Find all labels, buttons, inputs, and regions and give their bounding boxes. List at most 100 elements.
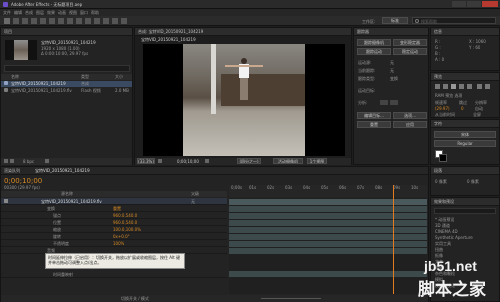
effects-search-input[interactable] xyxy=(434,208,496,214)
timeline-comp-tab[interactable]: 宝特VID_20150921_104219 xyxy=(35,168,90,173)
menu-item-animation[interactable]: 动画 xyxy=(58,10,66,15)
workspace-dropdown[interactable]: 标准 xyxy=(382,17,408,24)
prev-frame-icon[interactable] xyxy=(443,84,448,89)
menu-item-view[interactable]: 视图 xyxy=(69,10,77,15)
menu-item-composition[interactable]: 合成 xyxy=(25,10,33,15)
project-item[interactable]: 宝特VID_20150921_104219.flv Flash 视频 2.0 M… xyxy=(1,88,132,94)
time-remap-label[interactable]: 时间重映射 xyxy=(53,272,73,277)
camera-dropdown[interactable]: 活动摄像机 xyxy=(273,158,303,164)
effects-category[interactable]: Synthetic Aperture xyxy=(435,235,473,240)
menu-item-layer[interactable]: 图层 xyxy=(36,10,44,15)
menu-item-help[interactable]: 帮助 xyxy=(91,10,99,15)
stabilize-motion-button[interactable]: 稳定运动 xyxy=(393,48,427,55)
edit-target-button[interactable]: 编辑目标... xyxy=(357,112,391,119)
property-row[interactable]: 旋转 0x+0.0° xyxy=(1,233,227,240)
paragraph-panel-title[interactable]: 段落 xyxy=(431,167,499,175)
font-style-dropdown[interactable]: Regular xyxy=(434,140,496,147)
property-row[interactable]: 不透明度 100% xyxy=(1,240,227,247)
layer-duration-bar[interactable] xyxy=(229,199,427,205)
composition-viewer[interactable] xyxy=(143,44,345,156)
preview-panel-title[interactable]: 预览 xyxy=(431,73,499,81)
zoom-slider[interactable] xyxy=(261,298,321,299)
character-panel-title[interactable]: 字符 xyxy=(431,120,499,128)
current-time-display[interactable]: 0;00;10;00 xyxy=(177,159,199,164)
menu-item-file[interactable]: 文件 xyxy=(3,10,11,15)
loop-icon[interactable] xyxy=(485,84,490,89)
options-button[interactable]: 选项... xyxy=(393,112,427,119)
transform-label[interactable]: 变换 xyxy=(47,206,55,211)
skip-value[interactable]: 0 xyxy=(461,106,464,111)
brush-tool-icon[interactable] xyxy=(85,18,91,24)
warp-stabilizer-button[interactable]: 变形稳定器 xyxy=(393,39,427,46)
time-remap-row[interactable]: 时间重映射 xyxy=(1,271,227,278)
last-frame-icon[interactable] xyxy=(467,84,472,89)
pen-tool-icon[interactable] xyxy=(67,18,73,24)
effects-category[interactable]: 扭曲 xyxy=(435,247,443,252)
mask-tool-icon[interactable] xyxy=(58,18,64,24)
track-type-value[interactable]: 变换 xyxy=(390,76,398,81)
puppet-tool-icon[interactable] xyxy=(121,18,127,24)
composition-tab[interactable]: 合成: 宝特VID_20150921_104219 xyxy=(135,28,351,36)
column-type[interactable]: 类型 xyxy=(81,74,89,79)
search-help-input[interactable]: 搜索帮助 xyxy=(412,17,496,24)
transform-row[interactable]: 变换 重置 xyxy=(1,205,227,212)
property-value[interactable]: 100.0,100.0% xyxy=(113,227,141,232)
close-button[interactable] xyxy=(482,1,498,7)
visibility-icon[interactable] xyxy=(4,199,8,203)
roto-tool-icon[interactable] xyxy=(112,18,118,24)
layer-row[interactable]: 宝特VID_20150921_104219.flv 无 xyxy=(1,198,227,205)
project-item[interactable]: 宝特VID_20150921_104219 合成 xyxy=(1,81,132,87)
clone-tool-icon[interactable] xyxy=(94,18,100,24)
project-panel-title[interactable]: 项目 xyxy=(1,28,132,36)
font-family-dropdown[interactable]: 宋体 xyxy=(434,131,496,138)
playhead-line[interactable] xyxy=(393,185,394,294)
camera-tool-icon[interactable] xyxy=(40,18,46,24)
property-row[interactable]: 位置 960.0,540.0 xyxy=(1,219,227,226)
track-motion-button[interactable]: 跟踪运动 xyxy=(357,48,391,55)
first-frame-icon[interactable] xyxy=(435,84,440,89)
frame-rate-value[interactable]: (29.97) xyxy=(435,106,450,111)
property-value[interactable]: 960.0,540.0 xyxy=(113,213,137,218)
track-area[interactable] xyxy=(229,185,427,294)
minimize-button[interactable] xyxy=(452,1,466,7)
toggle-switches-modes[interactable]: 切换开关 / 模式 xyxy=(121,296,149,301)
project-search[interactable] xyxy=(4,65,130,72)
motion-source-value[interactable]: 无 xyxy=(390,60,394,65)
reset-button[interactable]: 重置 xyxy=(357,121,391,128)
new-folder-icon[interactable] xyxy=(10,159,14,163)
info-panel-title[interactable]: 信息 xyxy=(431,28,499,36)
property-row[interactable]: 锚点 960.0,540.0 xyxy=(1,212,227,219)
column-name[interactable]: 名称 xyxy=(11,74,19,79)
track-camera-button[interactable]: 跟踪摄像机 xyxy=(357,39,391,46)
maximize-button[interactable] xyxy=(467,1,481,7)
indent-left-value[interactable]: 0 像素 xyxy=(435,179,447,184)
play-icon[interactable] xyxy=(451,84,456,89)
property-row[interactable]: 缩放 100.0,100.0% xyxy=(1,226,227,233)
current-track-value[interactable]: 无 xyxy=(390,68,394,73)
eraser-tool-icon[interactable] xyxy=(103,18,109,24)
resolution-value[interactable]: 自动 xyxy=(475,106,483,111)
magnification-dropdown[interactable]: (33.3%) xyxy=(137,158,155,164)
resolution-dropdown[interactable]: (四分之一) xyxy=(237,158,261,164)
analyze-forward-button[interactable] xyxy=(390,100,398,105)
menu-item-window[interactable]: 窗口 xyxy=(80,10,88,15)
render-queue-tab[interactable]: 渲染队列 xyxy=(4,168,20,173)
pan-behind-tool-icon[interactable] xyxy=(49,18,55,24)
hand-tool-icon[interactable] xyxy=(13,18,19,24)
views-dropdown[interactable]: 1个视图 xyxy=(307,158,327,164)
column-size[interactable]: 大小 xyxy=(115,74,123,79)
effects-category[interactable]: 实用工具 xyxy=(435,241,451,246)
effects-category[interactable]: 3D 通道 xyxy=(435,223,450,228)
time-ruler[interactable]: 0;00s 01s 02s 03s 04s 05s 06s 07s 08s 09… xyxy=(229,185,427,197)
effects-category[interactable]: CINEMA 4D xyxy=(435,229,458,234)
property-value[interactable]: 960.0,540.0 xyxy=(113,220,137,225)
from-current-time-checkbox[interactable]: 从当前时间 xyxy=(435,112,455,117)
indent-right-value[interactable]: 0 像素 xyxy=(467,179,479,184)
col-parent[interactable]: 父级 xyxy=(191,191,199,196)
menu-item-edit[interactable]: 编辑 xyxy=(14,10,22,15)
menu-item-effect[interactable]: 效果 xyxy=(47,10,55,15)
delete-icon[interactable] xyxy=(45,159,49,163)
bit-depth-label[interactable]: 8 bpc xyxy=(23,159,34,164)
rotate-tool-icon[interactable] xyxy=(31,18,37,24)
layer-name[interactable]: 宝特VID_20150921_104219.flv xyxy=(41,199,137,204)
